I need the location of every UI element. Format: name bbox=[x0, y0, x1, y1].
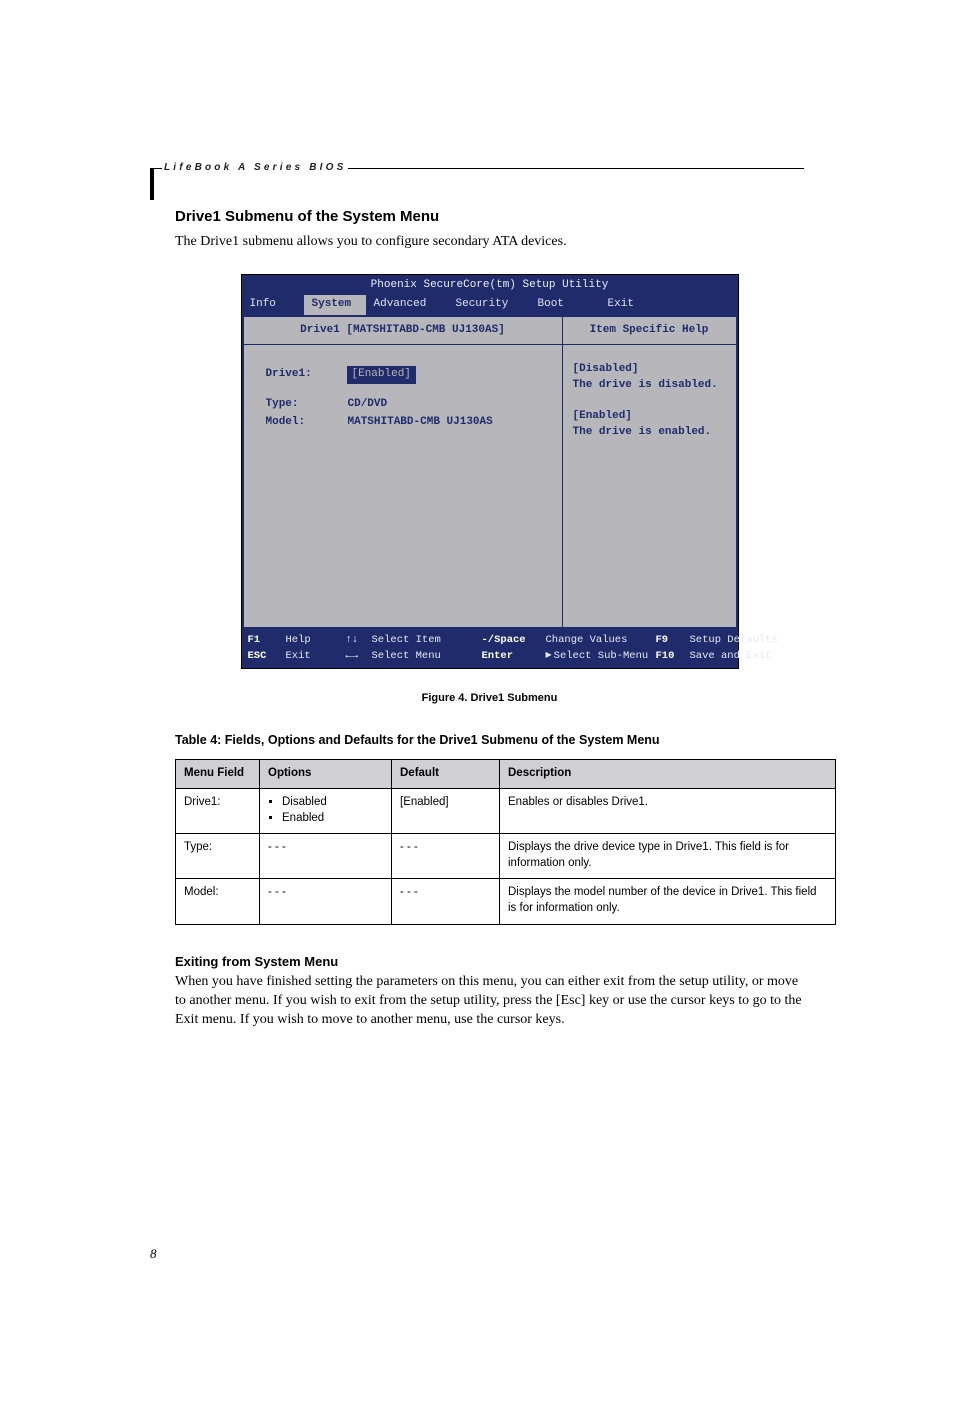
cell-options: Disabled Enabled bbox=[260, 789, 392, 834]
bios-help-head: [Enabled] bbox=[573, 408, 726, 425]
bios-help-item: [Enabled] The drive is enabled. bbox=[573, 408, 726, 441]
bios-help-pane: Item Specific Help [Disabled] The drive … bbox=[562, 316, 737, 628]
triangle-right-icon bbox=[546, 650, 554, 662]
th-description: Description bbox=[500, 759, 836, 789]
bios-help-item: [Disabled] The drive is disabled. bbox=[573, 361, 726, 394]
bios-key-change-values: Change Values bbox=[546, 633, 656, 647]
bios-key-space: -/Space bbox=[482, 633, 546, 647]
cell-default: [Enabled] bbox=[392, 789, 500, 834]
cell-field: Drive1: bbox=[176, 789, 260, 834]
page-header: LifeBook A Series BIOS bbox=[150, 168, 804, 169]
bios-field-label: Type: bbox=[266, 397, 344, 413]
bios-field-value: MATSHITABD-CMB UJ130AS bbox=[348, 415, 550, 431]
th-default: Default bbox=[392, 759, 500, 789]
bios-field-type: Type: CD/DVD bbox=[266, 397, 550, 413]
table-header-row: Menu Field Options Default Description bbox=[176, 759, 836, 789]
table-row: Type: - - - - - - Displays the drive dev… bbox=[176, 834, 836, 879]
bios-tab-security[interactable]: Security bbox=[448, 295, 530, 315]
header-tick bbox=[150, 168, 154, 200]
bios-help-body: [Disabled] The drive is disabled. [Enabl… bbox=[563, 345, 736, 465]
bios-key-enter: Enter bbox=[482, 649, 546, 663]
arrow-leftright-icon bbox=[346, 649, 372, 663]
bios-tab-boot[interactable]: Boot bbox=[530, 295, 600, 315]
bios-footer: F1 Help Select Item -/Space Change Value… bbox=[242, 629, 738, 668]
table-row: Model: - - - - - - Displays the model nu… bbox=[176, 879, 836, 924]
bios-left-pane: Drive1 [MATSHITABD-CMB UJ130AS] Drive1: … bbox=[243, 316, 562, 628]
bios-field-drive1[interactable]: Drive1: [Enabled] bbox=[266, 367, 550, 383]
cell-desc: Enables or disables Drive1. bbox=[500, 789, 836, 834]
figure-caption: Figure 4. Drive1 Submenu bbox=[175, 691, 804, 706]
bios-key-select-item: Select Item bbox=[372, 633, 482, 647]
bios-help-text: The drive is enabled. bbox=[573, 424, 726, 441]
cell-desc: Displays the drive device type in Drive1… bbox=[500, 834, 836, 879]
header-label: LifeBook A Series BIOS bbox=[162, 161, 348, 175]
bios-key-help-label: Help bbox=[286, 633, 346, 647]
bios-field-value: CD/DVD bbox=[348, 397, 550, 413]
th-options: Options bbox=[260, 759, 392, 789]
cell-desc: Displays the model number of the device … bbox=[500, 879, 836, 924]
cell-default: - - - bbox=[392, 834, 500, 879]
th-menu-field: Menu Field bbox=[176, 759, 260, 789]
bios-help-heading: Item Specific Help bbox=[563, 317, 736, 345]
bios-field-value[interactable]: [Enabled] bbox=[348, 367, 550, 383]
cell-field: Model: bbox=[176, 879, 260, 924]
cell-default: - - - bbox=[392, 879, 500, 924]
bios-key-select-menu: Select Menu bbox=[372, 649, 482, 663]
bios-key-exit-label: Exit bbox=[286, 649, 346, 663]
section-intro: The Drive1 submenu allows you to configu… bbox=[175, 233, 804, 252]
bios-key-select-submenu-label: Select Sub-Menu bbox=[554, 650, 649, 662]
bios-tab-exit[interactable]: Exit bbox=[600, 295, 738, 315]
exit-heading: Exiting from System Menu bbox=[175, 953, 804, 971]
bios-tab-system[interactable]: System bbox=[304, 295, 366, 315]
cell-options: - - - bbox=[260, 834, 392, 879]
option-item: Disabled bbox=[282, 795, 383, 811]
bios-help-text: The drive is disabled. bbox=[573, 377, 726, 394]
table-caption: Table 4: Fields, Options and Defaults fo… bbox=[175, 732, 804, 749]
bios-left-heading: Drive1 [MATSHITABD-CMB UJ130AS] bbox=[244, 317, 562, 345]
bios-field-label: Model: bbox=[266, 415, 344, 431]
arrow-updown-icon bbox=[346, 633, 372, 647]
fields-table: Menu Field Options Default Description D… bbox=[175, 759, 836, 925]
bios-tabs: Info System Advanced Security Boot Exit bbox=[242, 295, 738, 315]
bios-field-label: Drive1: bbox=[266, 367, 344, 383]
bios-key-f1: F1 bbox=[248, 633, 286, 647]
bios-key-f9: F9 bbox=[656, 633, 690, 647]
bios-help-head: [Disabled] bbox=[573, 361, 726, 378]
bios-key-select-submenu: Select Sub-Menu bbox=[546, 649, 656, 663]
table-row: Drive1: Disabled Enabled [Enabled] Enabl… bbox=[176, 789, 836, 834]
bios-field-model: Model: MATSHITABD-CMB UJ130AS bbox=[266, 415, 550, 431]
bios-key-f10: F10 bbox=[656, 649, 690, 663]
bios-body: Drive1 [MATSHITABD-CMB UJ130AS] Drive1: … bbox=[242, 315, 738, 629]
bios-key-save-exit: Save and Exit bbox=[690, 649, 778, 663]
section-title: Drive1 Submenu of the System Menu bbox=[175, 207, 804, 227]
bios-title: Phoenix SecureCore(tm) Setup Utility bbox=[242, 275, 738, 295]
bios-utility: Phoenix SecureCore(tm) Setup Utility Inf… bbox=[241, 274, 739, 669]
bios-tab-info[interactable]: Info bbox=[242, 295, 304, 315]
bios-key-esc: ESC bbox=[248, 649, 286, 663]
cell-field: Type: bbox=[176, 834, 260, 879]
bios-selected-value[interactable]: [Enabled] bbox=[348, 367, 415, 383]
page-number: 8 bbox=[150, 1245, 157, 1263]
bios-key-setup-defaults: Setup Defaults bbox=[690, 633, 778, 647]
bios-fields: Drive1: [Enabled] Type: CD/DVD Model: MA… bbox=[244, 345, 562, 443]
option-item: Enabled bbox=[282, 811, 383, 827]
exit-body: When you have finished setting the param… bbox=[175, 973, 804, 1030]
cell-options: - - - bbox=[260, 879, 392, 924]
bios-tab-advanced[interactable]: Advanced bbox=[366, 295, 448, 315]
